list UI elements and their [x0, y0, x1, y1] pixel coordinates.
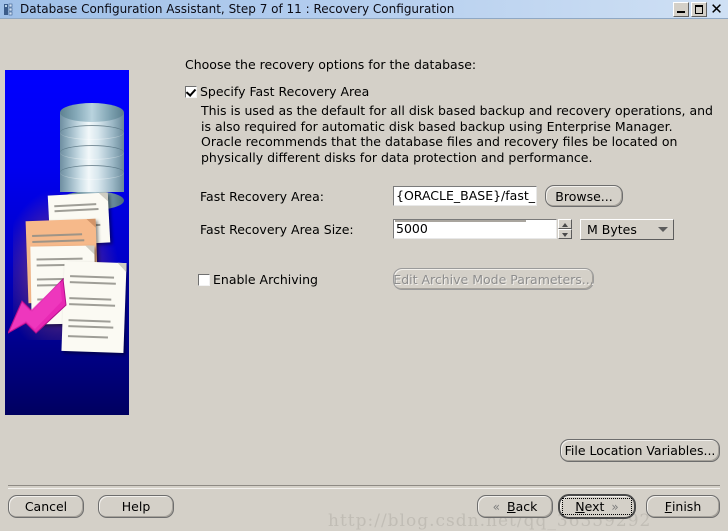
- size-units-value: M Bytes: [587, 221, 637, 237]
- back-button-label: Back: [506, 499, 538, 514]
- spinner-up-icon[interactable]: [558, 218, 572, 229]
- fast-recovery-area-size-input[interactable]: 5000: [393, 219, 557, 239]
- footer-divider: [8, 485, 720, 489]
- size-units-dropdown[interactable]: M Bytes: [580, 218, 674, 240]
- chevron-left-icon: «: [492, 499, 500, 514]
- fast-recovery-area-description: This is used as the default for all disk…: [201, 103, 713, 165]
- fast-recovery-area-label: Fast Recovery Area:: [200, 188, 324, 204]
- content-panel: Choose the recovery options for the data…: [185, 57, 723, 290]
- back-button[interactable]: « Back: [477, 495, 553, 518]
- size-spinner[interactable]: [558, 218, 572, 240]
- enable-archiving-checkbox[interactable]: [198, 274, 210, 286]
- finish-button[interactable]: Finish: [646, 495, 720, 518]
- recovery-form: Fast Recovery Area: {ORACLE_BASE}/fast_r…: [185, 184, 723, 290]
- edit-archive-mode-parameters-button[interactable]: Edit Archive Mode Parameters...: [393, 268, 594, 290]
- fast-recovery-area-row: Fast Recovery Area: {ORACLE_BASE}/fast_r…: [185, 184, 723, 208]
- file-location-variables-button[interactable]: File Location Variables...: [560, 439, 720, 462]
- fast-recovery-area-size-label: Fast Recovery Area Size:: [200, 221, 354, 237]
- enable-archiving-label: Enable Archiving: [213, 271, 318, 287]
- window-titlebar[interactable]: Database Configuration Assistant, Step 7…: [0, 0, 728, 19]
- magenta-arrow-icon: [6, 275, 70, 337]
- database-cylinder-icon: [60, 103, 124, 210]
- chevron-down-icon: [658, 226, 668, 232]
- enable-archiving-row: Enable Archiving Edit Archive Mode Param…: [185, 268, 723, 290]
- next-button[interactable]: Next »: [558, 494, 636, 519]
- focus-indicator: [562, 498, 632, 515]
- specify-fast-recovery-area-label: Specify Fast Recovery Area: [200, 84, 370, 99]
- cancel-button[interactable]: Cancel: [8, 495, 84, 518]
- instruction-text: Choose the recovery options for the data…: [185, 57, 477, 72]
- specify-fast-recovery-area-row[interactable]: Specify Fast Recovery Area: [185, 84, 723, 99]
- enable-archiving-control[interactable]: Enable Archiving: [185, 272, 393, 287]
- minimize-button[interactable]: [673, 1, 689, 17]
- spinner-down-icon[interactable]: [558, 228, 572, 239]
- fast-recovery-area-size-row: Fast Recovery Area Size: 5000 M Bytes: [185, 217, 723, 241]
- fast-recovery-area-input[interactable]: {ORACLE_BASE}/fast_recovery_a: [393, 186, 537, 206]
- maximize-button[interactable]: [691, 1, 707, 17]
- window-title: Database Configuration Assistant, Step 7…: [20, 2, 455, 16]
- help-button[interactable]: Help: [98, 495, 174, 518]
- close-button[interactable]: ✕: [709, 1, 724, 17]
- recovery-illustration: [5, 70, 129, 415]
- window-body: Choose the recovery options for the data…: [0, 19, 728, 531]
- window-controls: ✕: [673, 1, 726, 17]
- specify-fast-recovery-area-checkbox[interactable]: [185, 86, 197, 98]
- footer-bar: Cancel Help « Back Next » Finish: [0, 491, 728, 522]
- document-sheet-icon: [61, 260, 127, 354]
- app-icon: [3, 3, 16, 16]
- file-location-variables-wrap: File Location Variables...: [560, 439, 720, 462]
- browse-button[interactable]: Browse...: [545, 185, 623, 207]
